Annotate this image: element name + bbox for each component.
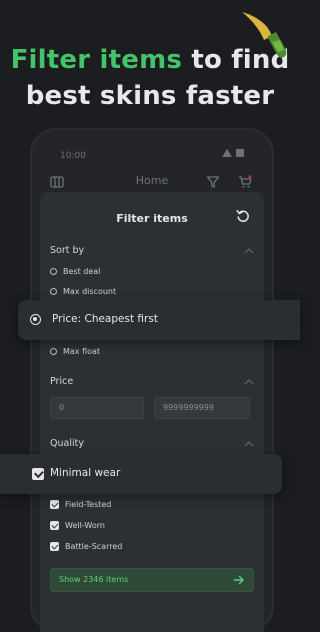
show-items-label: Show 2346 items <box>59 575 129 584</box>
reset-icon[interactable] <box>236 209 250 223</box>
price-min-input[interactable]: 0 <box>50 397 144 419</box>
signal-icon <box>222 149 232 157</box>
filter-sheet-title: Filter items <box>116 212 188 225</box>
chevron-up-icon[interactable] <box>244 379 254 385</box>
checkbox[interactable] <box>50 500 59 509</box>
sort-option-label: Price: Cheapest first <box>52 313 158 325</box>
quality-option-label: Well-Worn <box>65 521 105 530</box>
status-time: 10:00 <box>60 151 86 161</box>
chevron-up-icon[interactable] <box>244 441 254 447</box>
checkbox[interactable] <box>50 542 59 551</box>
show-items-button[interactable]: Show 2346 items <box>50 568 254 592</box>
quality-option-label: Battle-Scarred <box>65 542 123 551</box>
app-bar-title: Home <box>135 174 169 187</box>
quality-option-well-worn[interactable]: Well-Worn <box>50 521 105 530</box>
arrow-right-icon <box>233 575 244 585</box>
radio-button[interactable] <box>50 348 57 355</box>
cart-icon[interactable] <box>238 175 252 189</box>
checkbox-checked[interactable] <box>32 468 44 480</box>
status-icons <box>222 149 244 157</box>
filter-icon[interactable] <box>206 175 220 189</box>
price-max-input[interactable]: 9999999999 <box>154 397 250 419</box>
quality-label: Quality <box>50 438 84 449</box>
quality-option-minimal-wear-highlight[interactable]: Minimal wear <box>0 454 282 494</box>
radio-button[interactable] <box>50 288 57 295</box>
filter-sheet: Filter items Sort by Best deal Max disco… <box>40 192 264 632</box>
sort-by-label: Sort by <box>50 245 85 256</box>
battery-icon <box>236 149 244 157</box>
price-label: Price <box>50 376 74 387</box>
quality-option-label: Field-Tested <box>65 500 112 509</box>
knife-icon <box>242 12 287 58</box>
checkbox[interactable] <box>50 521 59 530</box>
chevron-up-icon[interactable] <box>244 248 254 254</box>
headline-highlight: Filter items <box>10 45 183 75</box>
headline-line-2: best skins faster <box>25 81 275 111</box>
sort-option-label: Max discount <box>63 287 117 296</box>
quality-option-field-tested[interactable]: Field-Tested <box>50 500 111 509</box>
quality-option-label: Minimal wear <box>50 467 121 479</box>
quality-option-battle-scarred[interactable]: Battle-Scarred <box>50 542 122 551</box>
sort-option-label: Best deal <box>63 267 101 276</box>
sort-option-max-float[interactable]: Max float <box>50 347 100 356</box>
radio-button[interactable] <box>50 268 57 275</box>
sort-option-best-deal[interactable]: Best deal <box>50 267 100 276</box>
sort-option-label: Max float <box>63 347 101 356</box>
phone-frame: 10:00 Home Filter items Sort by Best dea… <box>30 128 274 632</box>
sort-option-cheapest-first-highlight[interactable]: Price: Cheapest first <box>18 300 300 340</box>
radio-button-selected[interactable] <box>30 314 41 325</box>
sort-option-max-discount[interactable]: Max discount <box>50 287 116 296</box>
